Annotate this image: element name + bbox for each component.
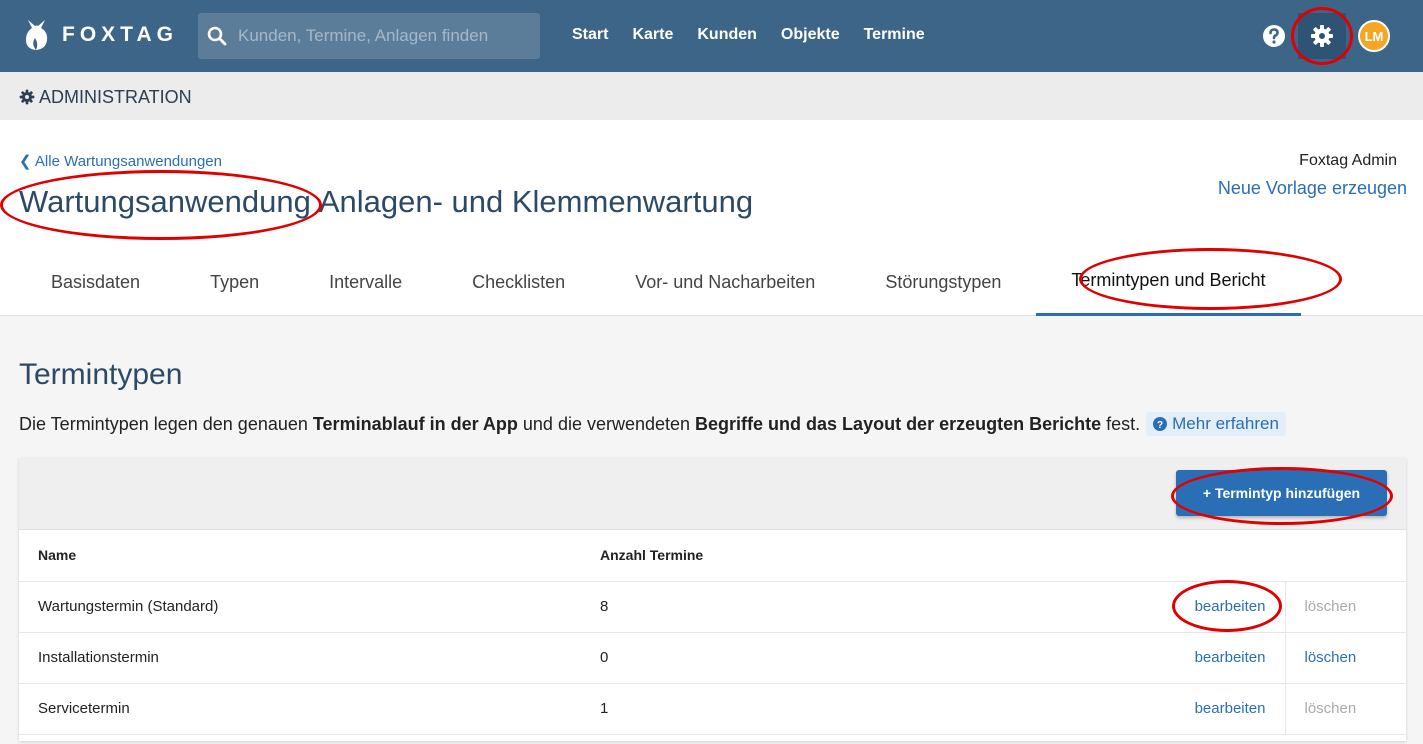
tab-stoerungstypen[interactable]: Störungstypen: [850, 248, 1036, 316]
search-input[interactable]: [238, 21, 528, 51]
back-link-label: Alle Wartungsanwendungen: [34, 153, 222, 170]
edit-link[interactable]: bearbeiten: [1140, 683, 1285, 735]
tab-termintypen-bericht[interactable]: Termintypen und Bericht: [1036, 248, 1301, 316]
user-avatar[interactable]: LM: [1358, 20, 1390, 52]
user-name: Foxtag Admin: [1299, 152, 1397, 169]
tab-checklisten[interactable]: Checklisten: [437, 248, 600, 316]
panel-toolbar: + Termintyp hinzufügen: [19, 458, 1406, 530]
desc-text-2: und die verwendeten: [517, 413, 696, 434]
brand-name: FOXTAG: [62, 23, 178, 46]
tab-bar: Basisdaten Typen Intervalle Checklisten …: [16, 248, 1301, 316]
delete-link[interactable]: löschen: [1284, 632, 1406, 684]
page-header: ❮ Alle Wartungsanwendungen Wartungsanwen…: [0, 120, 1423, 316]
tab-basisdaten[interactable]: Basisdaten: [16, 248, 175, 316]
logo[interactable]: FOXTAG: [22, 18, 178, 52]
svg-text:?: ?: [1157, 420, 1163, 431]
page-title-sub: Anlagen- und Klemmenwartung: [318, 184, 754, 219]
desc-text-1: Die Termintypen legen den genauen: [19, 413, 313, 434]
tab-vor-nacharbeiten[interactable]: Vor- und Nacharbeiten: [600, 248, 850, 316]
admin-bar-title: ADMINISTRATION: [39, 87, 192, 107]
help-icon[interactable]: [1262, 24, 1286, 48]
top-navbar: FOXTAG Start Karte Kunden Objekte Termin…: [0, 0, 1423, 72]
main-nav: Start Karte Kunden Objekte Termine: [572, 26, 925, 44]
row-name: Wartungstermin (Standard): [19, 581, 580, 633]
table-row: Servicetermin 1 bearbeiten löschen: [19, 683, 1406, 735]
termintypen-table: Name Anzahl Termine Wartungstermin (Stan…: [19, 530, 1406, 735]
nav-kunden[interactable]: Kunden: [697, 26, 757, 44]
column-header-delete: [1285, 530, 1406, 582]
column-header-actions: [1140, 530, 1285, 582]
back-link[interactable]: ❮ Alle Wartungsanwendungen: [19, 152, 222, 170]
desc-text-3: fest.: [1101, 413, 1141, 434]
admin-bar: ADMINISTRATION: [0, 72, 1423, 120]
nav-start[interactable]: Start: [572, 26, 608, 44]
tab-intervalle[interactable]: Intervalle: [294, 248, 437, 316]
tab-typen[interactable]: Typen: [175, 248, 294, 316]
gear-icon: [1311, 25, 1333, 47]
table-row: Wartungstermin (Standard) 8 bearbeiten l…: [19, 581, 1406, 633]
edit-link[interactable]: bearbeiten: [1140, 581, 1285, 633]
add-termintyp-button[interactable]: + Termintyp hinzufügen: [1176, 470, 1387, 516]
column-header-count: Anzahl Termine: [580, 530, 1140, 582]
page-title-main: Wartungsanwendung: [19, 184, 311, 219]
row-count: 8: [580, 581, 1140, 633]
new-template-link[interactable]: Neue Vorlage erzeugen: [1218, 178, 1407, 199]
add-button-label: Termintyp hinzufügen: [1214, 485, 1361, 501]
row-name: Servicetermin: [19, 683, 580, 735]
desc-bold-1: Terminablauf in der App: [312, 413, 518, 434]
info-icon: ?: [1153, 417, 1168, 431]
settings-button[interactable]: [1298, 13, 1346, 59]
delete-link: löschen: [1284, 581, 1406, 633]
nav-objekte[interactable]: Objekte: [781, 26, 840, 44]
edit-link[interactable]: bearbeiten: [1140, 632, 1285, 684]
delete-link: löschen: [1284, 683, 1406, 735]
row-count: 0: [580, 632, 1140, 684]
desc-bold-2: Begriffe und das Layout der erzeugten Be…: [695, 413, 1102, 434]
global-search[interactable]: [198, 13, 540, 59]
table-header-row: Name Anzahl Termine: [19, 530, 1406, 582]
column-header-name: Name: [19, 530, 580, 582]
page-title: Wartungsanwendung Anlagen- und Klemmenwar…: [19, 184, 753, 220]
more-info-label: Mehr erfahren: [1172, 414, 1279, 433]
plus-icon: +: [1202, 485, 1215, 501]
fox-logo-icon: [26, 20, 48, 50]
section-description: Die Termintypen legen den genauen Termin…: [19, 412, 1286, 436]
chevron-left-icon: ❮: [19, 153, 32, 170]
nav-karte[interactable]: Karte: [632, 26, 673, 44]
termintypen-panel: + Termintyp hinzufügen Name Anzahl Termi…: [19, 458, 1406, 741]
gear-icon: [19, 89, 35, 105]
nav-termine[interactable]: Termine: [864, 26, 925, 44]
more-info-link[interactable]: ? Mehr erfahren: [1146, 412, 1286, 436]
row-count: 1: [580, 683, 1140, 735]
search-icon: [207, 26, 227, 46]
table-row: Installationstermin 0 bearbeiten löschen: [19, 632, 1406, 684]
row-name: Installationstermin: [19, 632, 580, 684]
section-title: Termintypen: [19, 358, 183, 391]
